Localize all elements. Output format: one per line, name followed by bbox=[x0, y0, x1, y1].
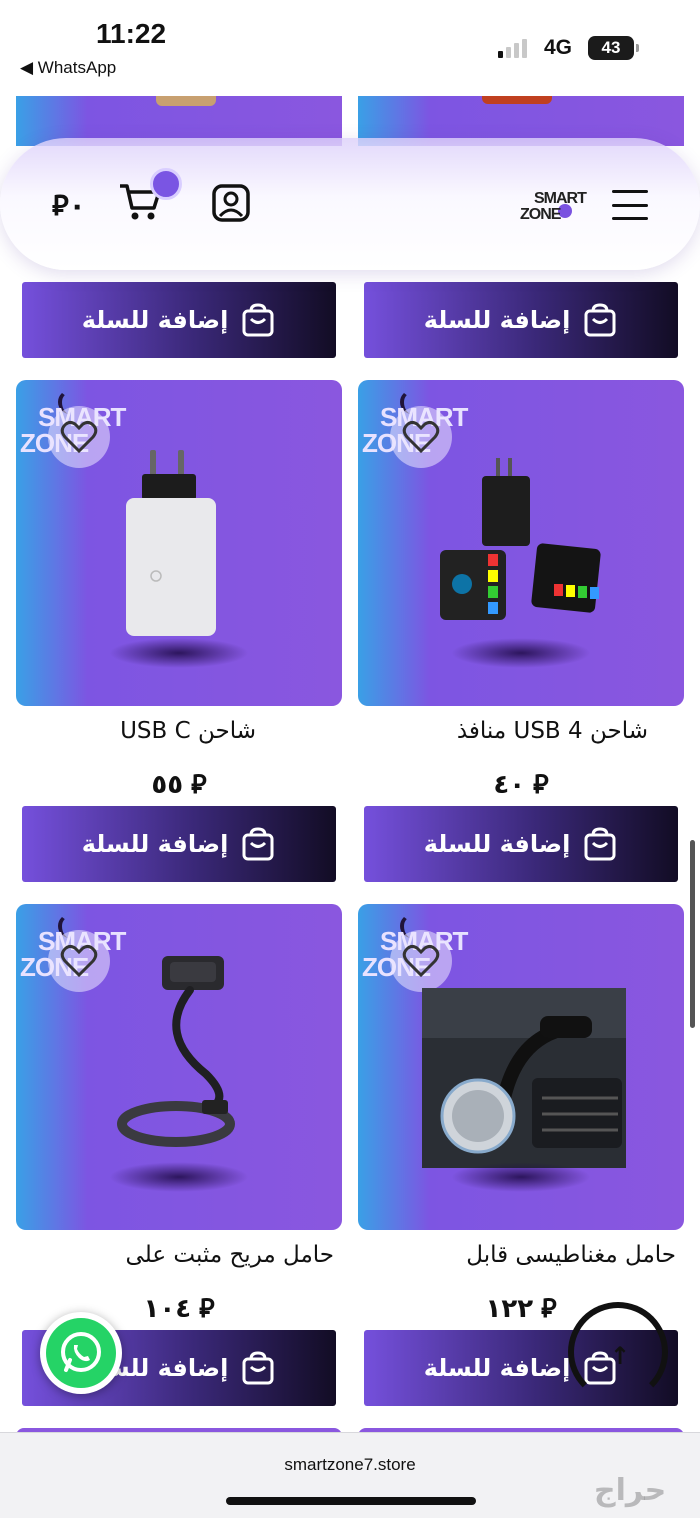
add-to-cart-button[interactable]: إضافة للسلة bbox=[22, 282, 336, 358]
product-title[interactable]: شاحن USB 4 منافذ bbox=[358, 718, 684, 744]
heart-icon bbox=[60, 420, 98, 454]
watermark-logo: حراج bbox=[594, 1473, 667, 1508]
bag-icon bbox=[242, 303, 274, 337]
favorite-button[interactable] bbox=[48, 930, 110, 992]
add-to-cart-button[interactable]: إضافة للسلة bbox=[364, 282, 678, 358]
scroll-to-top-button[interactable]: ↑ bbox=[568, 1302, 668, 1402]
bag-icon bbox=[584, 303, 616, 337]
menu-icon[interactable] bbox=[612, 190, 648, 220]
product-price: ⃁٥٥ bbox=[151, 770, 207, 800]
heart-icon bbox=[402, 944, 440, 978]
site-header: SMART ZONE ⃁٠ bbox=[0, 138, 700, 270]
status-time: 11:22 bbox=[96, 18, 167, 49]
heart-icon bbox=[60, 944, 98, 978]
product-image[interactable]: SMART ZONE bbox=[16, 904, 342, 1230]
whatsapp-icon bbox=[61, 1332, 101, 1372]
product-title[interactable]: حامل مغناطيسى قابل bbox=[358, 1242, 684, 1268]
add-to-cart-label: إضافة للسلة bbox=[423, 1354, 571, 1382]
cart-count-badge[interactable] bbox=[150, 168, 182, 200]
usb-c-charger-photo bbox=[126, 450, 216, 636]
logo-text: ZONE bbox=[520, 206, 561, 223]
riyal-currency-icon: ⃁ bbox=[533, 770, 549, 800]
add-to-cart-button[interactable]: إضافة للسلة bbox=[22, 806, 336, 882]
riyal-currency-icon: ⃁ bbox=[52, 189, 69, 222]
product-image[interactable]: SMART ZONE bbox=[358, 380, 684, 706]
bag-icon bbox=[242, 1351, 274, 1385]
network-type: 4G bbox=[544, 36, 573, 59]
home-indicator[interactable] bbox=[226, 1497, 476, 1505]
back-to-app-link[interactable]: ◀ WhatsApp bbox=[20, 58, 116, 78]
neck-holder-photo bbox=[117, 956, 235, 1147]
bag-icon bbox=[242, 827, 274, 861]
charger-4port-photo bbox=[440, 458, 601, 620]
status-bar: 11:22 ◀ WhatsApp 4G 43 bbox=[0, 0, 700, 96]
product-photo bbox=[156, 96, 216, 106]
riyal-currency-icon: ⃁ bbox=[199, 1294, 215, 1324]
favorite-button[interactable] bbox=[390, 930, 452, 992]
user-icon[interactable] bbox=[212, 184, 250, 222]
add-to-cart-button[interactable]: إضافة للسلة bbox=[364, 806, 678, 882]
add-to-cart-label: إضافة للسلة bbox=[423, 306, 571, 334]
product-image[interactable]: SMART ZONE bbox=[16, 380, 342, 706]
whatsapp-button[interactable] bbox=[40, 1312, 122, 1394]
bag-icon bbox=[584, 827, 616, 861]
url-text[interactable]: smartzone7.store bbox=[0, 1455, 700, 1475]
product-title[interactable]: شاحن USB C bbox=[16, 718, 342, 744]
heart-icon bbox=[402, 420, 440, 454]
favorite-button[interactable] bbox=[48, 406, 110, 468]
riyal-currency-icon: ⃁ bbox=[541, 1294, 557, 1324]
signal-icon bbox=[498, 38, 527, 58]
product-price: ⃁٤٠ bbox=[493, 770, 549, 800]
add-to-cart-label: إضافة للسلة bbox=[81, 306, 229, 334]
cart-total[interactable]: ⃁٠ bbox=[52, 186, 86, 223]
site-logo[interactable]: SMART ZONE bbox=[520, 186, 590, 226]
magnetic-holder-photo bbox=[422, 988, 626, 1168]
scrollbar[interactable] bbox=[690, 840, 695, 1028]
add-to-cart-label: إضافة للسلة bbox=[423, 830, 571, 858]
battery-icon: 43 bbox=[588, 36, 639, 60]
product-photo bbox=[482, 96, 552, 104]
add-to-cart-label: إضافة للسلة bbox=[81, 830, 229, 858]
product-image[interactable]: SMART ZONE bbox=[358, 904, 684, 1230]
riyal-currency-icon: ⃁ bbox=[191, 770, 207, 800]
browser-address-bar[interactable]: smartzone7.store حراج bbox=[0, 1432, 700, 1518]
product-title[interactable]: حامل مريح مثبت على bbox=[16, 1242, 342, 1268]
arrow-up-icon: ↑ bbox=[610, 1342, 631, 1370]
